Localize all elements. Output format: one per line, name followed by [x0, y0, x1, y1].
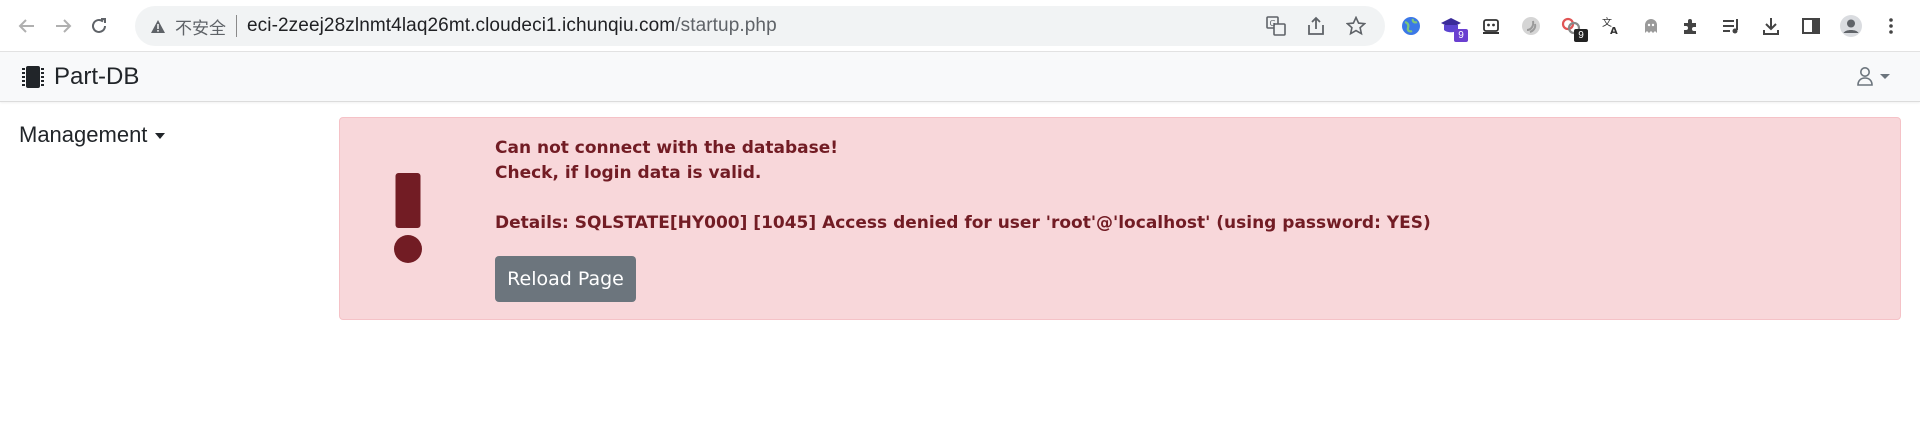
database-error-alert: Can not connect with the database! Check… [339, 117, 1901, 320]
swirl-extension-icon[interactable] [1518, 12, 1544, 40]
alert-line-2: Check, if login data is valid. [495, 163, 762, 183]
url-path: /startup.php [675, 15, 777, 36]
puzzle-icon[interactable] [1678, 12, 1704, 40]
reload-browser-button[interactable] [84, 11, 114, 41]
exclamation-icon [394, 173, 422, 263]
reload-page-button[interactable]: Reload Page [495, 256, 636, 302]
browser-toolbar: 不安全 eci-2zeej28zlnmt4laq26mt.cloudeci1.i… [0, 0, 1920, 52]
user-icon [1857, 67, 1873, 86]
caret-down-icon [155, 133, 166, 139]
alert-spacer [495, 186, 1431, 211]
user-menu-dropdown[interactable] [1856, 66, 1890, 86]
ghost-extension-icon[interactable] [1638, 12, 1664, 40]
side-panel-icon[interactable] [1798, 12, 1824, 40]
brand-name: Part-DB [54, 62, 140, 90]
extensions-toolbar: 9 9 文A [1398, 12, 1904, 42]
share-icon[interactable] [1305, 15, 1327, 37]
more-menu-icon[interactable] [1878, 12, 1904, 40]
alert-message: Can not connect with the database! Check… [495, 136, 1431, 236]
purple-extension-icon[interactable]: 9 [1438, 12, 1468, 42]
globe-extension-icon[interactable] [1398, 12, 1424, 40]
alert-line-1: Can not connect with the database! [495, 138, 839, 158]
warning-icon[interactable] [149, 17, 167, 35]
address-divider [236, 15, 237, 37]
nav-buttons [12, 11, 114, 41]
app-navbar: Part-DB [0, 52, 1920, 102]
download-icon[interactable] [1758, 12, 1784, 40]
svg-text:G: G [1270, 19, 1276, 28]
address-bar[interactable]: 不安全 eci-2zeej28zlnmt4laq26mt.cloudeci1.i… [135, 6, 1385, 46]
alert-details: Details: SQLSTATE[HY000] [1045] Access d… [495, 213, 1431, 233]
translate-page-icon[interactable]: G [1265, 15, 1287, 37]
security-label[interactable]: 不安全 [175, 14, 226, 39]
brand-link[interactable]: Part-DB [20, 63, 139, 91]
back-arrow-icon [18, 18, 34, 33]
svg-text:A: A [1610, 26, 1618, 36]
chevron-down-icon [1880, 73, 1890, 79]
media-list-icon[interactable] [1718, 12, 1744, 40]
back-button[interactable] [12, 11, 42, 41]
translate-icon[interactable]: 文A [1598, 12, 1624, 40]
link-extension-badge: 9 [1574, 29, 1588, 42]
link-extension-icon[interactable]: 9 [1558, 12, 1588, 42]
profile-avatar-icon[interactable] [1838, 12, 1864, 40]
forward-button[interactable] [48, 11, 78, 41]
bot-extension-icon[interactable] [1478, 12, 1504, 40]
management-dropdown-toggle[interactable]: Management [19, 122, 166, 148]
microchip-icon [22, 65, 44, 88]
management-label: Management [19, 122, 148, 147]
omnibox-actions: G [1265, 15, 1367, 37]
purple-extension-badge: 9 [1454, 29, 1468, 42]
url-text[interactable]: eci-2zeej28zlnmt4laq26mt.cloudeci1.ichun… [247, 15, 777, 37]
url-host: eci-2zeej28zlnmt4laq26mt.cloudeci1.ichun… [247, 15, 676, 36]
bookmark-star-icon[interactable] [1345, 15, 1367, 37]
forward-arrow-icon [56, 18, 72, 33]
refresh-icon [92, 17, 106, 33]
